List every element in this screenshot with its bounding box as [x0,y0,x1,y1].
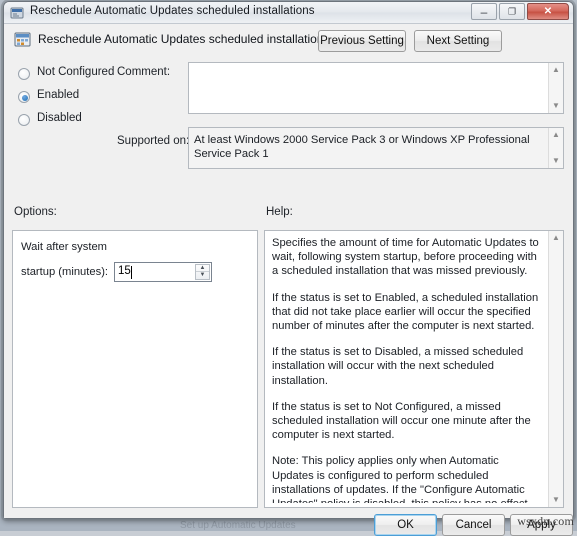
dialog-client-area: Reschedule Automatic Updates scheduled i… [4,24,573,536]
title-bar[interactable]: Reschedule Automatic Updates scheduled i… [4,2,573,24]
background-window-row: Set up Automatic Updates [180,520,296,531]
wait-minutes-value: 15 [118,265,131,277]
window-title: Reschedule Automatic Updates scheduled i… [30,5,315,17]
calendar-setting-icon [14,32,31,47]
help-paragraph: Specifies the amount of time for Automat… [272,237,539,278]
wait-minutes-stepper[interactable]: 15 ▲ ▼ [114,262,212,282]
help-scrollbar[interactable]: ▲ ▼ [548,231,563,507]
text-caret [131,266,132,279]
radio-enabled[interactable]: Enabled [14,87,134,110]
ok-button[interactable]: OK [374,514,437,536]
radio-disabled[interactable]: Disabled [14,110,134,133]
radio-label-disabled: Disabled [37,112,82,124]
stepper-down-icon[interactable]: ▼ [196,272,209,279]
help-paragraph: If the status is set to Disabled, a miss… [272,346,524,387]
radio-label-enabled: Enabled [37,89,80,101]
next-setting-button[interactable]: Next Setting [414,30,502,52]
scroll-up-icon[interactable]: ▲ [549,63,563,77]
supported-on-scrollbar[interactable]: ▲ ▼ [548,128,563,168]
scroll-up-icon[interactable]: ▲ [549,128,563,142]
close-button[interactable]: ✕ [527,3,569,20]
close-icon: ✕ [543,5,553,17]
radio-label-not-configured: Not Configured [37,66,115,78]
comment-label: Comment: [117,66,171,78]
watermark: wsxdn.com [517,514,574,528]
scroll-down-icon[interactable]: ▼ [549,154,563,168]
radio-indicator-disabled [18,114,30,126]
options-label: Options: [14,206,57,218]
help-paragraph: If the status is set to Enabled, a sched… [272,291,539,333]
radio-indicator-enabled [18,91,30,103]
minimize-icon: – [480,4,488,19]
help-paragraph: If the status is set to Not Configured, … [272,400,531,442]
setting-header: Reschedule Automatic Updates scheduled i… [10,28,567,56]
maximize-button[interactable]: ❐ [499,3,525,20]
stepper-up-icon[interactable]: ▲ [196,265,209,272]
setting-state-radio-group: Not Configured Enabled Disabled [14,64,134,133]
supported-on-textarea[interactable]: At least Windows 2000 Service Pack 3 or … [188,127,564,169]
wait-field-label-line1: Wait after system [21,241,107,253]
stepper-buttons[interactable]: ▲ ▼ [195,264,210,280]
scroll-up-icon[interactable]: ▲ [549,231,563,245]
help-panel: Specifies the amount of time for Automat… [264,230,564,508]
options-panel: Wait after system startup (minutes): 15 … [12,230,258,508]
setting-title: Reschedule Automatic Updates scheduled i… [38,32,330,46]
minimize-button[interactable]: – [471,3,497,20]
cancel-button[interactable]: Cancel [442,514,505,536]
help-paragraph: Note: This policy applies only when Auto… [272,455,531,503]
scroll-down-icon[interactable]: ▼ [549,99,563,113]
radio-not-configured[interactable]: Not Configured [14,64,134,87]
policy-setting-dialog: Reschedule Automatic Updates scheduled i… [3,1,574,536]
policy-setting-icon [10,7,24,19]
help-label: Help: [266,206,293,218]
comment-textarea[interactable]: ▲ ▼ [188,62,564,114]
supported-on-value: At least Windows 2000 Service Pack 3 or … [194,134,530,160]
supported-on-label: Supported on: [117,135,190,147]
previous-setting-button[interactable]: Previous Setting [318,30,406,52]
radio-indicator-not-configured [18,68,30,80]
scroll-down-icon[interactable]: ▼ [549,493,563,507]
help-text: Specifies the amount of time for Automat… [272,236,543,503]
maximize-icon: ❐ [507,6,517,16]
wait-field-label-line2: startup (minutes): [21,266,109,278]
comment-scrollbar[interactable]: ▲ ▼ [548,63,563,113]
